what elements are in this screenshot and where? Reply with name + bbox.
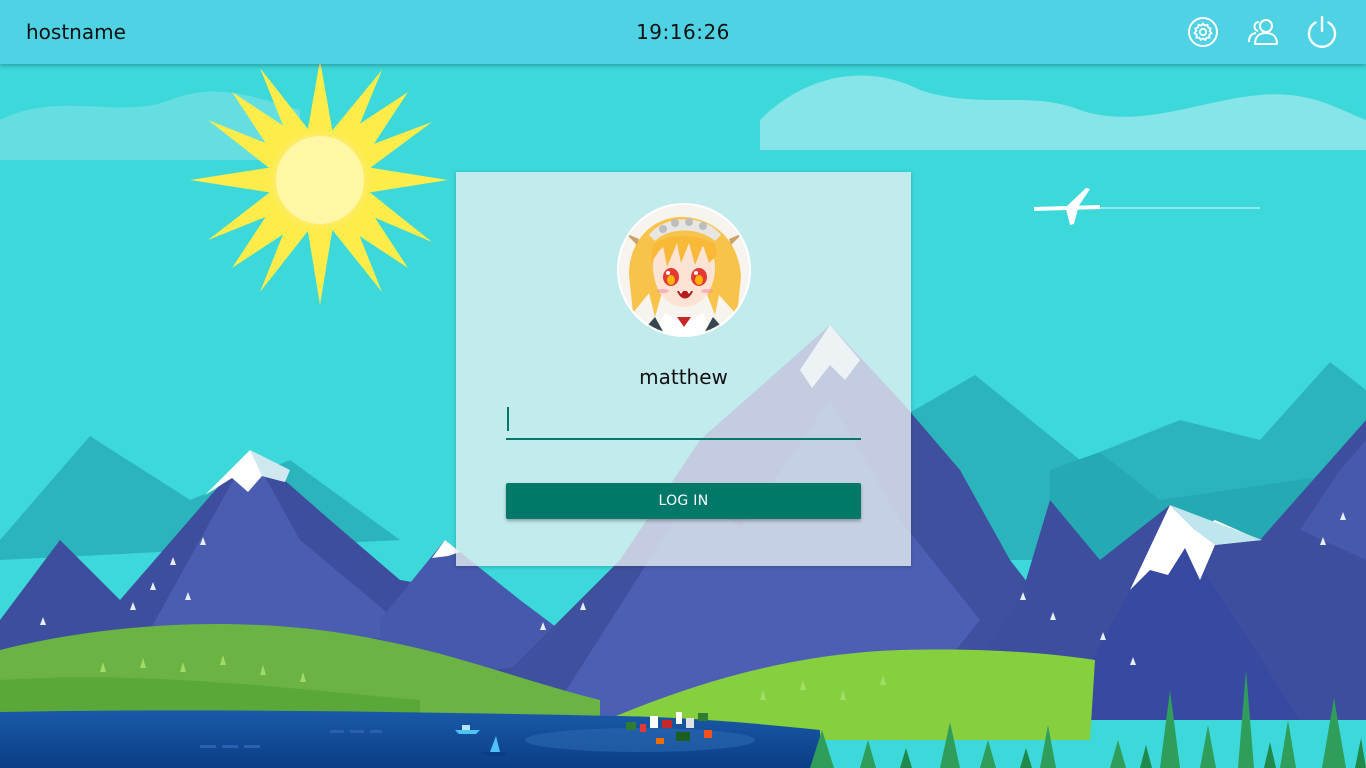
text-cursor [507,407,509,431]
switch-user-icon[interactable] [1245,14,1281,50]
clock: 19:16:26 [636,20,730,44]
top-bar: hostname 19:16:26 [0,0,1366,64]
password-field-container [506,405,865,440]
user-avatar [619,205,749,335]
settings-gear-icon[interactable] [1185,14,1221,50]
login-button[interactable]: LOG IN [506,483,861,519]
login-card: matthew LOG IN [456,172,911,566]
password-input[interactable] [506,405,865,435]
hostname-label: hostname [26,20,126,44]
power-icon[interactable] [1304,14,1340,50]
username-label: matthew [639,365,728,389]
